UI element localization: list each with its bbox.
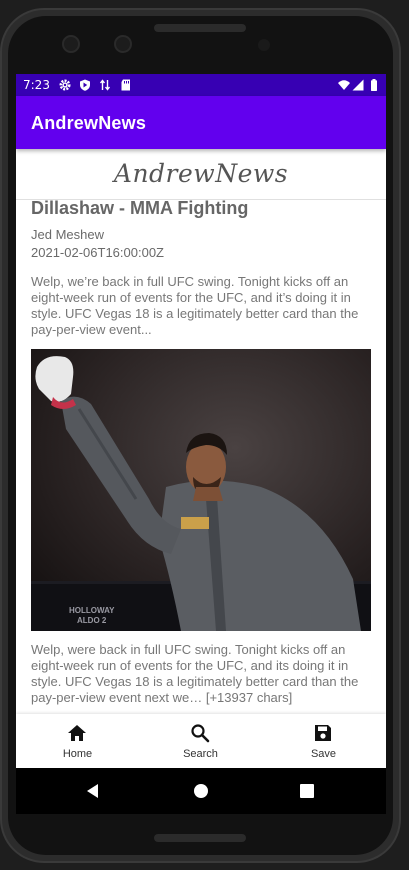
- home-circle-icon[interactable]: [193, 783, 209, 799]
- fighter-photo: HOLLOWAY ALDO 2: [31, 349, 371, 631]
- article-author: Jed Meshew: [31, 227, 104, 242]
- nav-save-label: Save: [310, 748, 337, 760]
- bottom-navigation: Home Search Save: [16, 714, 386, 768]
- nav-search[interactable]: Search: [139, 714, 262, 768]
- banner-text-holloway: HOLLOWAY: [69, 606, 115, 615]
- data-arrows-icon: [99, 79, 111, 91]
- brand-logo: AndrewNews: [16, 149, 386, 200]
- front-camera-secondary: [114, 35, 132, 53]
- battery-icon: [371, 79, 377, 91]
- article-content: Welp, were back in full UFC swing. Tonig…: [31, 642, 359, 705]
- earpiece-speaker: [154, 24, 246, 32]
- article-image[interactable]: HOLLOWAY ALDO 2: [31, 349, 371, 631]
- system-navigation-bar: [16, 768, 386, 814]
- status-bar: 7:23: [16, 74, 386, 96]
- banner-text-aldo: ALDO 2: [77, 616, 107, 625]
- gear-icon: [59, 79, 71, 91]
- nav-home[interactable]: Home: [16, 714, 139, 768]
- article-date: 2021-02-06T16:00:00Z: [31, 245, 164, 260]
- bottom-speaker: [154, 834, 246, 842]
- home-icon: [68, 725, 86, 741]
- app-bar: AndrewNews: [16, 96, 386, 149]
- nav-home-label: Home: [62, 748, 93, 760]
- nav-save[interactable]: Save: [262, 714, 385, 768]
- wifi-icon: [338, 80, 350, 90]
- nav-search-label: Search: [183, 748, 218, 760]
- shield-icon: [80, 79, 90, 91]
- proximity-sensor: [258, 39, 270, 51]
- back-icon[interactable]: [85, 783, 101, 799]
- save-icon: [315, 725, 331, 741]
- logo-text: AndrewNews: [113, 159, 289, 188]
- recents-icon[interactable]: [300, 784, 314, 798]
- sd-card-icon: [121, 79, 130, 91]
- front-camera: [62, 35, 80, 53]
- signal-icon: [352, 79, 364, 91]
- status-time: 7:23: [23, 78, 50, 92]
- article-description: Welp, we’re back in full UFC swing. Toni…: [31, 274, 359, 337]
- search-icon: [191, 724, 210, 743]
- article-headline[interactable]: Dillashaw - MMA Fighting: [31, 198, 248, 219]
- app-title: AndrewNews: [31, 113, 147, 133]
- app-screen: 7:23 AndrewNews AndrewNews Dillashaw - M…: [16, 74, 386, 814]
